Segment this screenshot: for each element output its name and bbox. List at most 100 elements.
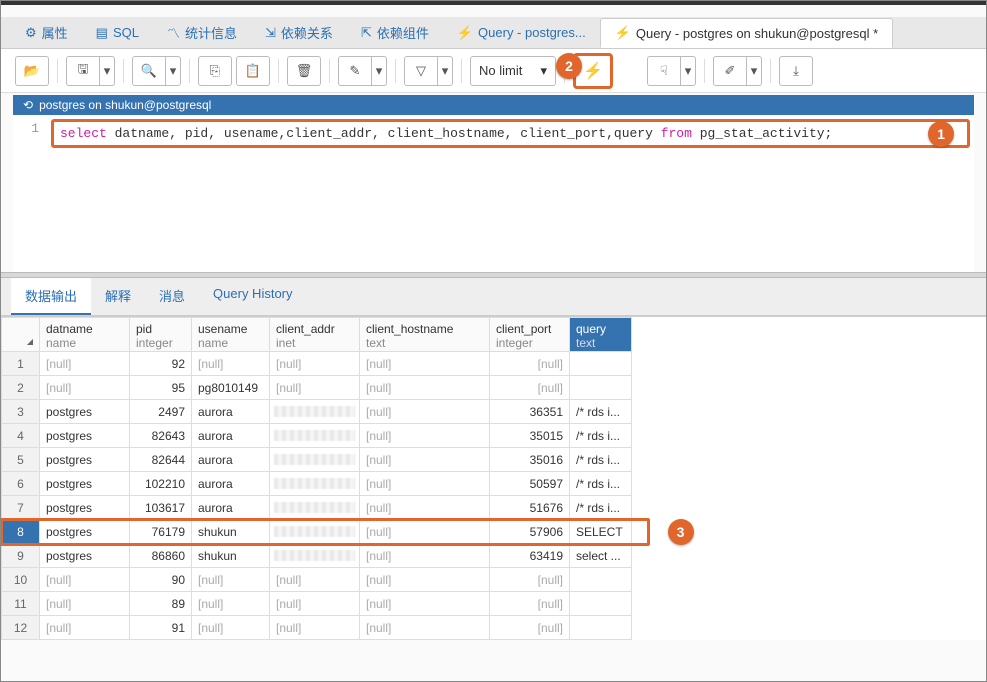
row-number[interactable]: 10 (2, 568, 40, 592)
caret-down-icon: ▾ (376, 63, 383, 79)
caret-down-icon: ▾ (685, 63, 692, 79)
limit-select[interactable]: No limit▾ (470, 56, 556, 86)
toolbar: 📂 🖫 ▾ 🔍 ▾ ⎘ 📋 🗑 ✎ ▾ ▽ ▾ No limit▾ ⚡ 2 (1, 49, 986, 93)
table-row[interactable]: 8postgres76179shukun [null]57906SELECT (2, 520, 632, 544)
explain-dropdown[interactable]: ▾ (680, 56, 696, 86)
row-number[interactable]: 5 (2, 448, 40, 472)
folder-icon: 📂 (24, 63, 40, 79)
annotation-3: 3 (668, 519, 694, 545)
tab-sql[interactable]: ▤SQL (82, 19, 153, 47)
col-client-hostname[interactable]: client_hostnametext (360, 318, 490, 352)
gears-icon: ⚙ (25, 25, 37, 41)
tab-query-1[interactable]: ⚡Query - postgres... (443, 19, 600, 47)
row-number[interactable]: 3 (2, 400, 40, 424)
doc-icon: ▤ (96, 25, 108, 41)
caret-down-icon: ▾ (170, 63, 177, 79)
tree-icon: ⇲ (265, 25, 276, 41)
table-row[interactable]: 12[null]91[null][null][null][null] (2, 616, 632, 640)
sql-keyword-select: select (60, 126, 107, 141)
tab-query-2[interactable]: ⚡Query - postgres on shukun@postgresql * (600, 18, 893, 48)
row-number[interactable]: 6 (2, 472, 40, 496)
download-icon: ⤓ (793, 63, 799, 79)
row-number[interactable]: 12 (2, 616, 40, 640)
line-number: 1 (13, 115, 47, 136)
caret-down-icon: ▾ (442, 63, 449, 79)
tab-explain[interactable]: 解释 (91, 278, 145, 315)
top-tabs: ⚙属性 ▤SQL 〽统计信息 ⇲依赖关系 ⇱依赖组件 ⚡Query - post… (1, 17, 986, 49)
sql-editor[interactable]: 1 select datname, pid, usename,client_ad… (13, 115, 974, 272)
sql-keyword-from: from (661, 126, 692, 141)
col-client-port[interactable]: client_portinteger (490, 318, 570, 352)
filter-dropdown[interactable]: ▾ (437, 56, 453, 86)
paste-button[interactable]: 📋 (236, 56, 270, 86)
tree-icon: ⇱ (361, 25, 372, 41)
eraser-icon: ✐ (725, 63, 736, 79)
delete-button[interactable]: 🗑 (287, 56, 321, 86)
find-dropdown[interactable]: ▾ (165, 56, 181, 86)
table-row[interactable]: 4postgres82643aurora [null]35015/* rds i… (2, 424, 632, 448)
table-row[interactable]: 2[null]95pg8010149[null][null][null] (2, 376, 632, 400)
col-query[interactable]: querytext (570, 318, 632, 352)
open-button[interactable]: 📂 (15, 56, 49, 86)
tab-stats[interactable]: 〽统计信息 (153, 17, 251, 48)
chart-icon: 〽 (167, 23, 180, 42)
annotation-1: 1 (928, 121, 954, 147)
copy-button[interactable]: ⎘ (198, 56, 232, 86)
tab-dep-components[interactable]: ⇱依赖组件 (347, 17, 443, 48)
find-button[interactable]: 🔍 (132, 56, 166, 86)
caret-down-icon: ▾ (751, 63, 758, 79)
paste-icon: 📋 (245, 63, 261, 79)
hand-icon: ☟ (660, 63, 668, 79)
annotation-2: 2 (556, 53, 582, 79)
col-client-addr[interactable]: client_addrinet (270, 318, 360, 352)
bolt-icon: ⚡ (457, 25, 473, 41)
edit-icon: ✎ (350, 63, 361, 79)
explain-button[interactable]: ☟ (647, 56, 681, 86)
bolt-icon: ⚡ (583, 61, 603, 81)
edit-button[interactable]: ✎ (338, 56, 372, 86)
tab-properties[interactable]: ⚙属性 (11, 17, 82, 48)
save-button[interactable]: 🖫 (66, 56, 100, 86)
edit-dropdown[interactable]: ▾ (371, 56, 387, 86)
link-icon: ⟲ (23, 98, 33, 112)
table-row[interactable]: 9postgres86860shukun [null]63419select .… (2, 544, 632, 568)
row-number[interactable]: 2 (2, 376, 40, 400)
table-row[interactable]: 10[null]90[null][null][null][null] (2, 568, 632, 592)
filter-icon: ▽ (416, 63, 426, 79)
table-row[interactable]: 3postgres2497aurora [null]36351/* rds i.… (2, 400, 632, 424)
table-row[interactable]: 11[null]89[null][null][null][null] (2, 592, 632, 616)
save-dropdown[interactable]: ▾ (99, 56, 115, 86)
corner-cell[interactable]: ◢ (2, 318, 40, 352)
save-icon: 🖫 (77, 60, 88, 82)
row-number[interactable]: 11 (2, 592, 40, 616)
table-row[interactable]: 6postgres102210aurora [null]50597/* rds … (2, 472, 632, 496)
tab-data-output[interactable]: 数据输出 (11, 278, 91, 315)
row-number[interactable]: 1 (2, 352, 40, 376)
col-pid[interactable]: pidinteger (130, 318, 192, 352)
row-number[interactable]: 4 (2, 424, 40, 448)
clear-button[interactable]: ✐ (713, 56, 747, 86)
col-usename[interactable]: usenamename (192, 318, 270, 352)
sql-table: pg_stat_activity; (692, 126, 832, 141)
col-datname[interactable]: datnamename (40, 318, 130, 352)
tab-deps[interactable]: ⇲依赖关系 (251, 17, 347, 48)
connection-bar[interactable]: ⟲ postgres on shukun@postgresql (13, 95, 974, 115)
row-number[interactable]: 9 (2, 544, 40, 568)
result-tabs: 数据输出 解释 消息 Query History (1, 278, 986, 316)
table-row[interactable]: 7postgres103617aurora [null]51676/* rds … (2, 496, 632, 520)
caret-down-icon: ▾ (104, 63, 111, 79)
sql-columns: datname, pid, usename,client_addr, clien… (107, 126, 661, 141)
tab-messages[interactable]: 消息 (145, 278, 199, 315)
caret-down-icon: ▾ (540, 63, 547, 79)
table-row[interactable]: 1[null]92[null][null][null][null] (2, 352, 632, 376)
bolt-icon: ⚡ (615, 25, 631, 41)
search-icon: 🔍 (141, 63, 157, 79)
tab-query-history[interactable]: Query History (199, 278, 306, 315)
filter-button[interactable]: ▽ (404, 56, 438, 86)
row-number[interactable]: 7 (2, 496, 40, 520)
download-button[interactable]: ⤓ (779, 56, 813, 86)
result-grid[interactable]: ◢ datnamename pidinteger usenamename cli… (1, 316, 986, 640)
row-number[interactable]: 8 (2, 520, 40, 544)
table-row[interactable]: 5postgres82644aurora [null]35016/* rds i… (2, 448, 632, 472)
clear-dropdown[interactable]: ▾ (746, 56, 762, 86)
